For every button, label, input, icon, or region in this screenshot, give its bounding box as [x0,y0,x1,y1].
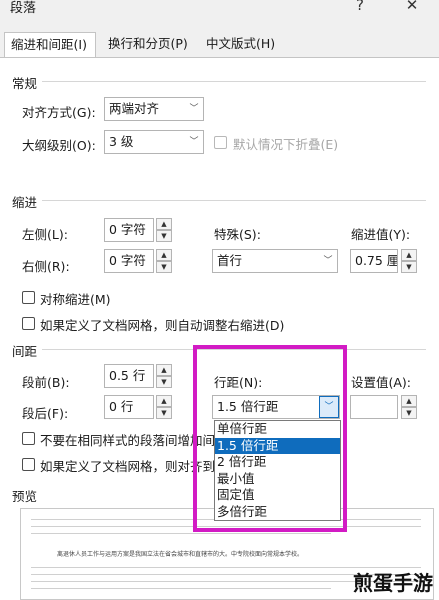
general-divider [42,81,426,82]
alignment-label: 对齐方式(G): [22,105,96,120]
spacing-at-label: 设置值(A): [351,375,412,390]
dialog-title: 段落 [10,1,37,16]
help-icon[interactable]: ? [350,0,370,14]
indentation-heading: 缩进 [12,195,38,210]
spacing-at-spinner[interactable]: ▲ ▼ [401,395,417,419]
spin-down-icon[interactable]: ▼ [156,376,172,388]
indent-right-input[interactable]: 0 字符 [104,249,154,273]
indent-by-spinner[interactable]: ▲ ▼ [401,249,417,273]
mirror-indents-checkbox[interactable] [22,291,35,304]
preview-sample-text: 离退休人员工作与运用方案是我国立法在省会城市和直辖市的大。中专院校面向常规本学校… [57,551,304,558]
close-icon[interactable]: ✕ [402,0,422,14]
outline-level-value: 3 级 [109,134,134,149]
tab-asian-typography[interactable]: 中文版式(H) [200,32,281,58]
collapsed-default-label: 默认情况下折叠(E) [233,137,339,152]
snap-to-grid-checkbox[interactable] [22,458,35,471]
preview-heading: 预览 [12,489,38,504]
special-indent-value: 首行 [217,253,243,268]
space-before-spinner[interactable]: ▲ ▼ [156,364,172,388]
spin-up-icon[interactable]: ▲ [156,395,172,407]
chevron-down-icon: ﹀ [189,104,199,114]
mirror-indents-label: 对称缩进(M) [40,292,111,307]
collapsed-default-checkbox[interactable] [214,136,227,149]
indent-by-label: 缩进值(Y): [351,227,411,242]
preview-next-paragraph-line [31,588,331,589]
space-after-input[interactable]: 0 行 [104,395,154,419]
site-watermark: 煎蛋手游 [353,571,433,595]
space-before-input[interactable]: 0.5 行 [104,364,154,388]
spin-down-icon[interactable]: ▼ [401,407,417,419]
no-space-same-style-label: 不要在相同样式的段落间增加间 [40,433,216,448]
indent-right-spinner[interactable]: ▲ ▼ [156,249,172,273]
auto-adjust-indent-checkbox[interactable] [22,317,35,330]
spin-down-icon[interactable]: ▼ [156,407,172,419]
chevron-down-icon: ﹀ [189,137,199,147]
space-after-label: 段后(F): [22,406,69,421]
tab-indents-spacing[interactable]: 缩进和间距(I) [4,32,96,58]
no-space-same-style-checkbox[interactable] [22,432,35,445]
indent-left-input[interactable]: 0 字符 [104,218,154,242]
tab-line-page-breaks[interactable]: 换行和分页(P) [102,32,194,58]
outline-level-label: 大纲级别(O): [22,138,96,153]
auto-adjust-indent-label: 如果定义了文档网格，则自动调整右缩进(D) [40,318,285,333]
spin-up-icon[interactable]: ▲ [401,395,417,407]
indent-left-label: 左侧(L): [22,227,68,242]
spin-down-icon[interactable]: ▼ [156,261,172,273]
alignment-select[interactable]: 两端对齐 ﹀ [104,97,204,121]
annotation-highlight-box [193,345,347,532]
indent-right-label: 右侧(R): [22,259,70,274]
snap-to-grid-label: 如果定义了文档网格，则对齐到 [40,459,216,474]
alignment-value: 两端对齐 [109,101,160,116]
spin-up-icon[interactable]: ▲ [156,218,172,230]
spin-up-icon[interactable]: ▲ [156,364,172,376]
spin-up-icon[interactable]: ▲ [156,249,172,261]
spin-down-icon[interactable]: ▼ [156,230,172,242]
space-before-label: 段前(B): [22,375,70,390]
spacing-heading: 间距 [12,344,38,359]
tab-strip: 缩进和间距(I) 换行和分页(P) 中文版式(H) [0,32,439,58]
spacing-at-input[interactable] [350,395,398,419]
indent-by-input[interactable]: 0.75 厘米 [350,249,398,273]
preview-prev-paragraph-line [31,533,331,534]
special-indent-select[interactable]: 首行 ﹀ [212,249,338,273]
indent-left-spinner[interactable]: ▲ ▼ [156,218,172,242]
spin-down-icon[interactable]: ▼ [401,261,417,273]
space-after-spinner[interactable]: ▲ ▼ [156,395,172,419]
spin-up-icon[interactable]: ▲ [401,249,417,261]
indentation-divider [42,200,426,201]
chevron-down-icon: ﹀ [323,256,333,266]
general-heading: 常规 [12,76,38,91]
special-indent-label: 特殊(S): [214,227,261,242]
outline-level-select[interactable]: 3 级 ﹀ [104,130,204,154]
